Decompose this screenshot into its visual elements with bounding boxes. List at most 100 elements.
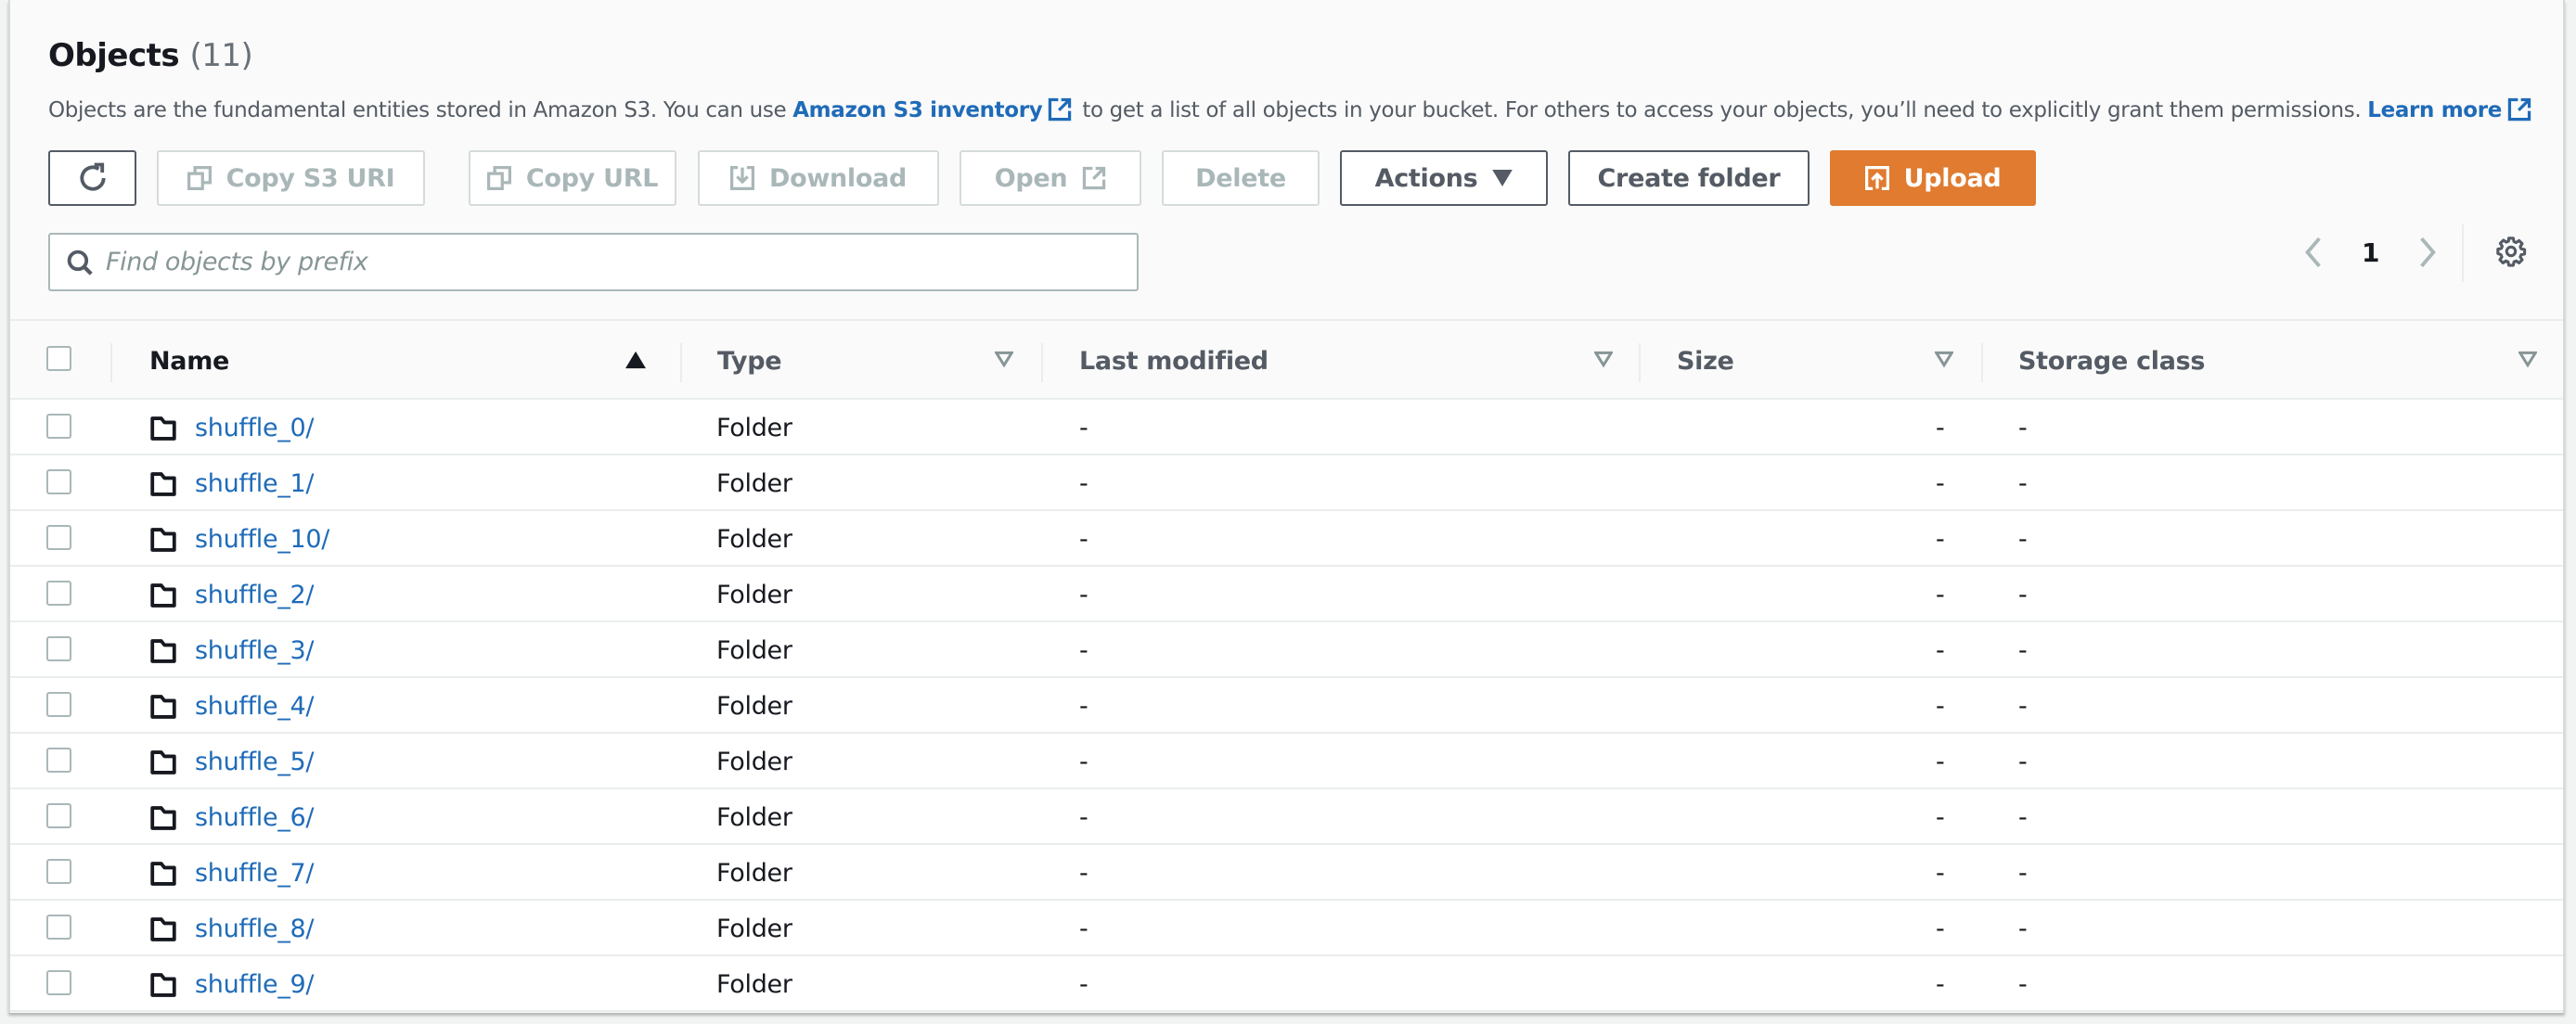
folder-icon xyxy=(150,695,176,719)
copy-icon xyxy=(486,166,511,190)
search-box[interactable] xyxy=(48,233,1139,291)
row-checkbox[interactable] xyxy=(46,692,71,717)
delete-label: Delete xyxy=(1195,163,1286,193)
object-size: - xyxy=(1936,469,1945,498)
column-divider[interactable] xyxy=(1981,343,1983,382)
select-all-checkbox[interactable] xyxy=(46,346,71,371)
sort-ascending-icon[interactable] xyxy=(625,351,646,369)
description-text: Objects are the fundamental entities sto… xyxy=(48,98,793,122)
object-last-modified: - xyxy=(1079,915,1088,943)
table-row[interactable]: shuffle_3/ Folder - - - xyxy=(10,622,2563,678)
description: Objects are the fundamental entities sto… xyxy=(48,97,2535,122)
search-input[interactable] xyxy=(106,248,1108,276)
table-row[interactable]: shuffle_1/ Folder - - - xyxy=(10,455,2563,511)
sort-icon[interactable] xyxy=(2518,351,2537,367)
object-name-link[interactable]: shuffle_10/ xyxy=(195,525,329,554)
external-link-icon xyxy=(1083,166,1106,190)
object-name-link[interactable]: shuffle_1/ xyxy=(195,469,315,498)
table-row[interactable]: shuffle_2/ Folder - - - xyxy=(10,567,2563,622)
table-row[interactable]: shuffle_9/ Folder - - - xyxy=(10,956,2563,1012)
upload-button[interactable]: Upload xyxy=(1830,150,2036,206)
object-size: - xyxy=(1936,692,1945,721)
download-label: Download xyxy=(768,163,908,193)
column-header-storage-class[interactable]: Storage class xyxy=(2018,347,2206,376)
table-row[interactable]: shuffle_4/ Folder - - - xyxy=(10,678,2563,734)
row-checkbox[interactable] xyxy=(46,970,71,995)
current-page[interactable]: 1 xyxy=(2362,237,2379,268)
row-checkbox[interactable] xyxy=(46,414,71,439)
actions-dropdown[interactable]: Actions xyxy=(1340,150,1548,206)
open-button[interactable]: Open xyxy=(960,150,1141,206)
learn-more-link[interactable]: Learn more xyxy=(2367,98,2502,122)
download-icon xyxy=(729,166,754,190)
refresh-icon xyxy=(79,162,106,191)
copy-url-button[interactable]: Copy URL xyxy=(469,150,676,206)
column-header-type[interactable]: Type xyxy=(717,347,782,376)
object-type: Folder xyxy=(716,748,792,776)
description-text-2: to get a list of all objects in your buc… xyxy=(1075,98,2368,122)
sort-icon[interactable] xyxy=(995,351,1013,367)
delete-button[interactable]: Delete xyxy=(1162,150,1320,206)
external-link-icon xyxy=(2507,97,2531,122)
row-checkbox[interactable] xyxy=(46,803,71,828)
object-name-link[interactable]: shuffle_6/ xyxy=(195,803,315,832)
folder-icon xyxy=(150,973,176,997)
object-type: Folder xyxy=(716,636,792,665)
object-storage-class: - xyxy=(2018,748,2028,776)
table-row[interactable]: shuffle_6/ Folder - - - xyxy=(10,789,2563,845)
row-checkbox[interactable] xyxy=(46,636,71,661)
table-row[interactable]: shuffle_0/ Folder - - - xyxy=(10,400,2563,455)
table-row[interactable]: shuffle_8/ Folder - - - xyxy=(10,901,2563,956)
refresh-button[interactable] xyxy=(48,150,136,206)
object-size: - xyxy=(1936,859,1945,888)
row-checkbox[interactable] xyxy=(46,859,71,884)
object-last-modified: - xyxy=(1079,803,1088,832)
column-divider[interactable] xyxy=(1639,343,1641,382)
row-checkbox[interactable] xyxy=(46,469,71,494)
column-divider[interactable] xyxy=(1041,343,1043,382)
object-name-link[interactable]: shuffle_9/ xyxy=(195,970,315,999)
object-storage-class: - xyxy=(2018,803,2028,832)
object-name-link[interactable]: shuffle_3/ xyxy=(195,636,315,665)
object-last-modified: - xyxy=(1079,970,1088,999)
settings-gear-icon[interactable] xyxy=(2495,236,2527,267)
sort-icon[interactable] xyxy=(1594,351,1613,367)
objects-panel: Objects (11) Objects are the fundamental… xyxy=(8,0,2565,1013)
row-checkbox[interactable] xyxy=(46,525,71,550)
chevron-right-icon[interactable] xyxy=(2416,237,2439,268)
table-row[interactable]: shuffle_10/ Folder - - - xyxy=(10,511,2563,567)
folder-icon xyxy=(150,862,176,886)
chevron-left-icon[interactable] xyxy=(2302,237,2325,268)
table-row[interactable]: shuffle_5/ Folder - - - xyxy=(10,734,2563,789)
sort-icon[interactable] xyxy=(1935,351,1953,367)
create-folder-button[interactable]: Create folder xyxy=(1568,150,1810,206)
object-name-link[interactable]: shuffle_2/ xyxy=(195,581,315,609)
object-storage-class: - xyxy=(2018,636,2028,665)
s3-inventory-link[interactable]: Amazon S3 inventory xyxy=(792,98,1042,122)
object-last-modified: - xyxy=(1079,748,1088,776)
column-header-size[interactable]: Size xyxy=(1677,347,1734,376)
object-name-link[interactable]: shuffle_5/ xyxy=(195,748,315,776)
column-divider[interactable] xyxy=(680,343,682,382)
copy-url-label: Copy URL xyxy=(525,163,659,193)
object-size: - xyxy=(1936,525,1945,554)
object-storage-class: - xyxy=(2018,469,2028,498)
download-button[interactable]: Download xyxy=(698,150,939,206)
copy-s3-uri-button[interactable]: Copy S3 URI xyxy=(157,150,425,206)
column-header-last-modified[interactable]: Last modified xyxy=(1079,347,1269,376)
object-name-link[interactable]: shuffle_4/ xyxy=(195,692,315,721)
copy-s3-uri-label: Copy S3 URI xyxy=(225,163,395,193)
object-name-link[interactable]: shuffle_8/ xyxy=(195,915,315,943)
table-row[interactable]: shuffle_7/ Folder - - - xyxy=(10,845,2563,901)
row-checkbox[interactable] xyxy=(46,748,71,773)
object-type: Folder xyxy=(716,581,792,609)
object-name-link[interactable]: shuffle_7/ xyxy=(195,859,315,888)
row-checkbox[interactable] xyxy=(46,915,71,940)
column-header-name[interactable]: Name xyxy=(149,347,229,376)
object-storage-class: - xyxy=(2018,970,2028,999)
object-name-link[interactable]: shuffle_0/ xyxy=(195,414,315,442)
object-storage-class: - xyxy=(2018,915,2028,943)
object-last-modified: - xyxy=(1079,692,1088,721)
object-last-modified: - xyxy=(1079,525,1088,554)
row-checkbox[interactable] xyxy=(46,581,71,606)
